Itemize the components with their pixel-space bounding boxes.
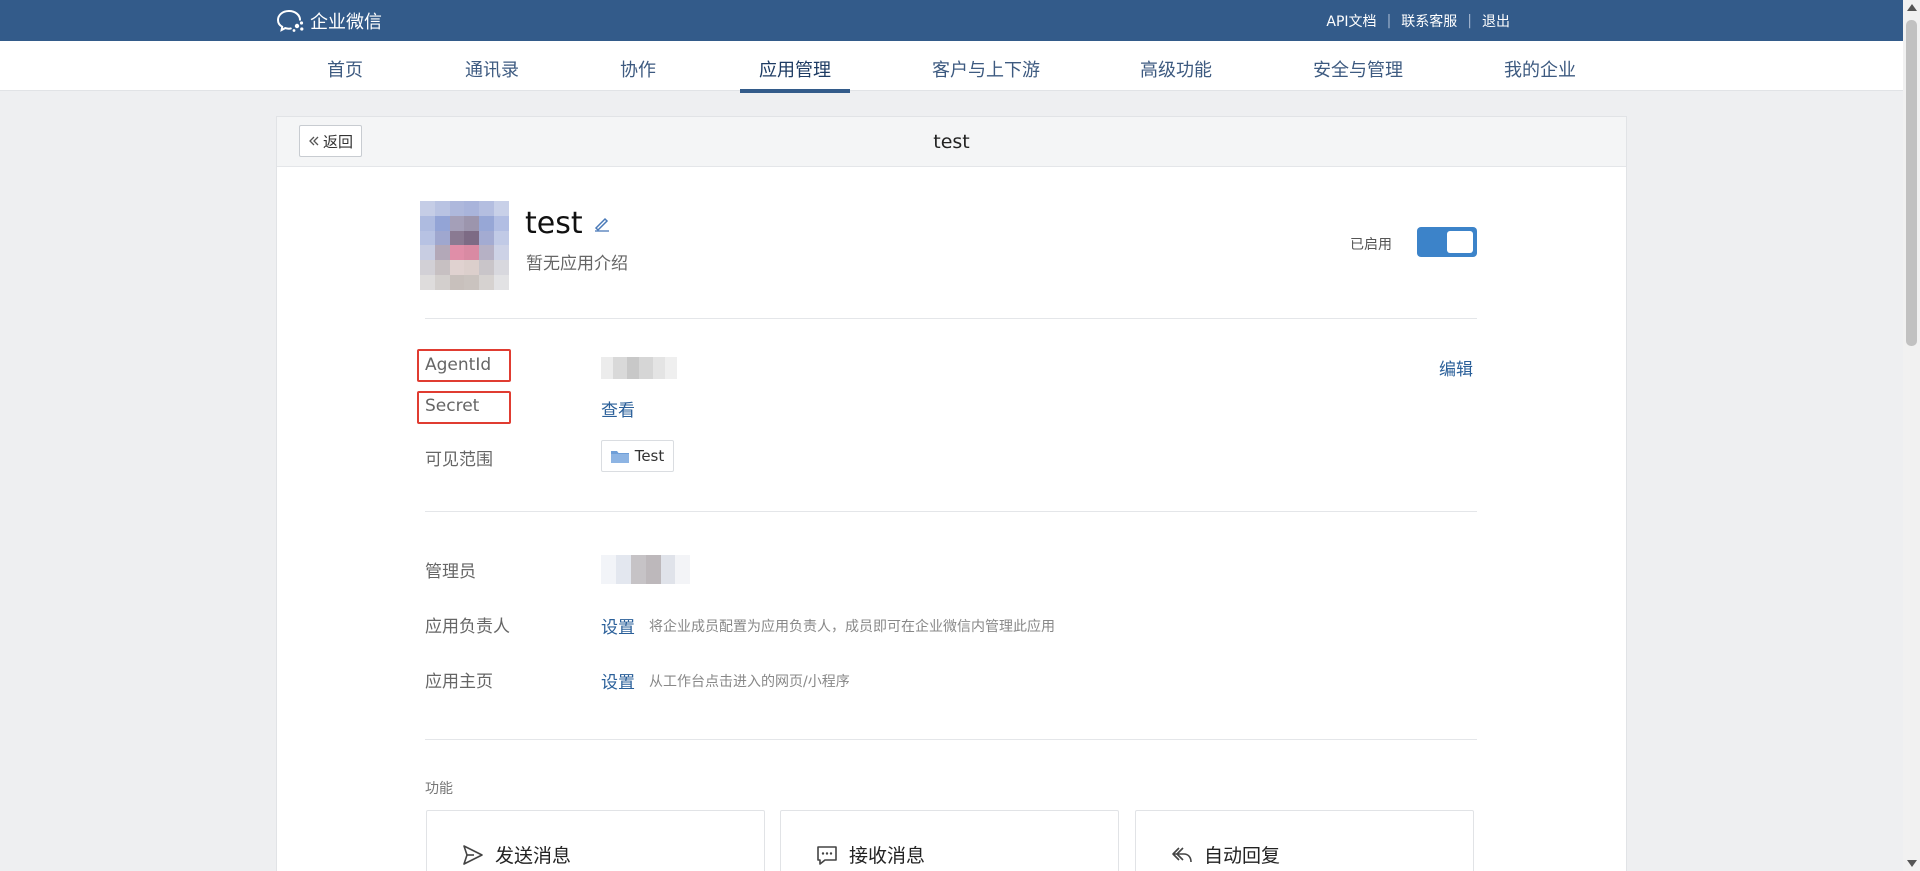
feature-autoreply-label: 自动回复	[1204, 845, 1281, 867]
section-divider	[425, 511, 1477, 512]
owner-set-link[interactable]: 设置	[601, 613, 635, 638]
feature-send-label: 发送消息	[495, 845, 572, 867]
reply-icon	[1172, 846, 1192, 862]
main-nav: 首页 通讯录 协作 应用管理 客户与上下游 高级功能 安全与管理 我的企业	[0, 41, 1920, 93]
app-avatar	[420, 201, 509, 290]
nav-home[interactable]: 首页	[327, 56, 363, 82]
owner-hint: 将企业成员配置为应用负责人，成员即可在企业微信内管理此应用	[649, 619, 1055, 635]
contact-support-link[interactable]: 联系客服	[1401, 11, 1457, 31]
nav-collaboration[interactable]: 协作	[620, 56, 656, 82]
brand-logo[interactable]: 企业微信	[276, 8, 382, 33]
toggle-knob	[1447, 231, 1473, 253]
app-detail-card: 返回 test test 暂无应用介绍 已启用 AgentId 编辑 Secre…	[276, 116, 1627, 871]
api-docs-link[interactable]: API文档	[1326, 11, 1376, 31]
homepage-set-link[interactable]: 设置	[601, 668, 635, 693]
card-header: 返回 test	[277, 117, 1626, 167]
scroll-up-arrow-icon[interactable]	[1907, 4, 1917, 11]
admin-label: 管理员	[425, 562, 476, 582]
wecom-logo-icon	[276, 9, 304, 32]
visibility-label: 可见范围	[425, 450, 493, 470]
page-title: test	[933, 131, 970, 153]
homepage-hint: 从工作台点击进入的网页/小程序	[649, 674, 850, 690]
owner-label: 应用负责人	[425, 617, 510, 637]
app-name-text: test	[525, 206, 583, 241]
top-link-separator: |	[1467, 13, 1472, 29]
enabled-status-label: 已启用	[1350, 237, 1392, 253]
page-scrollbar[interactable]	[1903, 0, 1920, 871]
agentid-label: AgentId	[425, 355, 492, 375]
chat-bubble-icon	[817, 845, 837, 865]
nav-contacts[interactable]: 通讯录	[465, 56, 519, 82]
top-link-separator: |	[1386, 13, 1392, 29]
agentid-value-redacted	[601, 357, 677, 379]
section-divider	[425, 318, 1477, 319]
top-bar: 企业微信 API文档 | 联系客服 | 退出	[0, 0, 1920, 41]
logout-link[interactable]: 退出	[1482, 11, 1510, 31]
features-section-label: 功能	[425, 781, 453, 797]
feature-receive-label: 接收消息	[849, 845, 926, 867]
scroll-down-arrow-icon[interactable]	[1907, 860, 1917, 867]
nav-customers[interactable]: 客户与上下游	[932, 56, 1040, 82]
scroll-thumb[interactable]	[1906, 20, 1917, 346]
send-icon	[463, 844, 483, 865]
view-secret-link[interactable]: 查看	[601, 396, 635, 421]
top-links: API文档 | 联系客服 | 退出	[1326, 11, 1510, 31]
folder-icon	[610, 451, 629, 463]
brand-name: 企业微信	[310, 11, 382, 33]
feature-send-message[interactable]: 发送消息	[426, 810, 765, 871]
visibility-dept-name: Test	[634, 447, 665, 465]
nav-security[interactable]: 安全与管理	[1313, 56, 1403, 82]
nav-app-management[interactable]: 应用管理	[740, 56, 850, 93]
edit-link[interactable]: 编辑	[1439, 355, 1473, 380]
app-description: 暂无应用介绍	[526, 254, 628, 274]
secret-label: Secret	[425, 396, 480, 416]
visibility-dept-chip[interactable]: Test	[601, 440, 674, 472]
admin-avatar-redacted	[601, 555, 690, 584]
feature-auto-reply[interactable]: 自动回复	[1135, 810, 1474, 871]
edit-pencil-icon[interactable]	[593, 215, 611, 233]
app-name: test	[525, 206, 611, 241]
section-divider	[425, 739, 1477, 740]
feature-receive-message[interactable]: 接收消息	[780, 810, 1119, 871]
nav-advanced[interactable]: 高级功能	[1140, 56, 1212, 82]
homepage-label: 应用主页	[425, 672, 493, 692]
nav-my-company[interactable]: 我的企业	[1504, 56, 1576, 82]
enable-toggle[interactable]	[1417, 227, 1477, 257]
